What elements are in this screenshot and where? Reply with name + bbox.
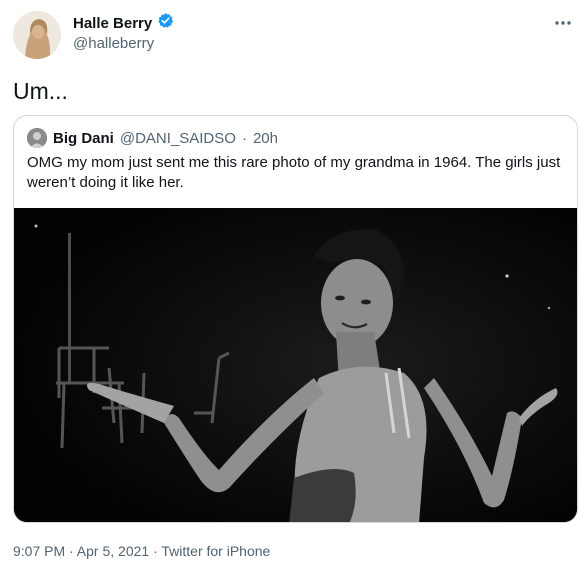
- author-handle[interactable]: @halleberry: [73, 35, 154, 52]
- more-options-icon[interactable]: [554, 10, 572, 31]
- author-avatar[interactable]: [13, 11, 61, 59]
- quoted-tweet-photo[interactable]: [14, 208, 577, 522]
- verified-badge-icon: [157, 12, 174, 34]
- tweet-text: Um...: [13, 78, 68, 104]
- quoted-tweet-card[interactable]: Big Dani @DANI_SAIDSO · 20h OMG my mom j…: [13, 115, 578, 523]
- tweet-timestamp-source[interactable]: 9:07 PM · Apr 5, 2021 · Twitter for iPho…: [13, 543, 270, 559]
- quoted-tweet-header: Big Dani @DANI_SAIDSO · 20h: [27, 128, 278, 148]
- quoted-tweet-text: OMG my mom just sent me this rare photo …: [27, 154, 561, 191]
- author-display-name[interactable]: Halle Berry: [73, 15, 152, 32]
- quoted-timestamp: 20h: [252, 129, 278, 147]
- quoted-author-handle: @DANI_SAIDSO: [119, 129, 236, 147]
- author-name-row: Halle Berry: [73, 12, 174, 34]
- quoted-author-name: Big Dani: [53, 129, 114, 147]
- quoted-separator: ·: [241, 129, 247, 147]
- quoted-author-avatar: [27, 128, 47, 148]
